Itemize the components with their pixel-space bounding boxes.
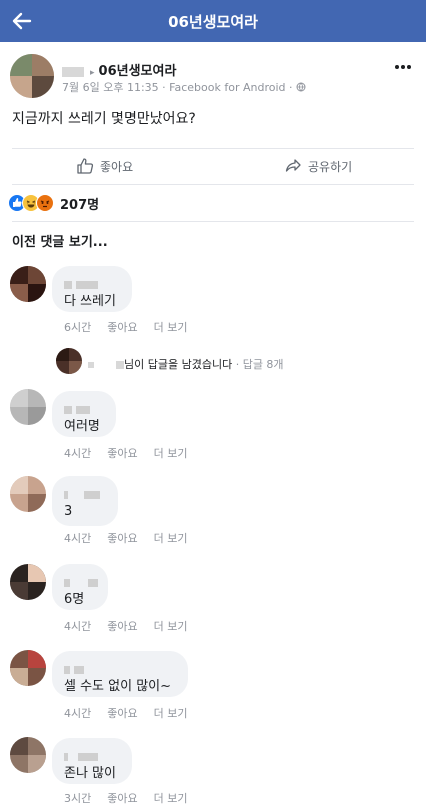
comment-meta: 3시간 좋아요 더 보기 — [64, 790, 203, 806]
thumbs-up-icon — [77, 158, 94, 174]
comment-bubble[interactable]: 셀 수도 없이 많이~ — [52, 651, 188, 697]
comment-like-link[interactable]: 좋아요 — [107, 620, 137, 633]
comment-like-link[interactable]: 좋아요 — [107, 447, 137, 460]
comment-more-link[interactable]: 더 보기 — [154, 532, 188, 545]
comment-meta: 4시간 좋아요 더 보기 — [64, 618, 203, 634]
comment-meta: 4시간 좋아요 더 보기 — [64, 705, 203, 721]
divider — [12, 184, 414, 185]
reply-summary-text: 님이 답글을 남겼습니다 — [124, 358, 233, 371]
like-label: 좋아요 — [100, 159, 134, 174]
comment-bubble[interactable]: 6명 — [52, 564, 108, 610]
globe-icon — [296, 82, 306, 92]
post-text: 지금까지 쓰레기 몇명만났어요? — [12, 111, 196, 127]
comment-like-link[interactable]: 좋아요 — [107, 707, 137, 720]
comment-time: 6시간 — [64, 321, 92, 334]
commenter-avatar[interactable] — [10, 737, 46, 773]
comment-text: 6명 — [64, 592, 85, 607]
comment-time: 4시간 — [64, 532, 92, 545]
share-button[interactable]: 공유하기 — [284, 154, 352, 178]
comment-meta: 4시간 좋아요 더 보기 — [64, 530, 203, 546]
reply-summary[interactable]: 님이 답글을 남겼습니다 · 답글 8개 — [88, 356, 284, 372]
comment-time: 4시간 — [64, 707, 92, 720]
comment-bubble[interactable]: 여러명 — [52, 391, 116, 437]
comment-more-link[interactable]: 더 보기 — [154, 447, 188, 460]
post-author[interactable]: ▸ 06년생모여라 — [62, 60, 176, 79]
commenter-avatar[interactable] — [10, 650, 46, 686]
blurred-name — [62, 66, 84, 77]
comment-meta: 4시간 좋아요 더 보기 — [64, 445, 203, 461]
comment-like-link[interactable]: 좋아요 — [107, 321, 137, 334]
comment-bubble[interactable]: 다 쓰레기 — [52, 266, 132, 312]
comment-text: 여러명 — [64, 419, 100, 434]
share-icon — [285, 159, 301, 172]
replier-avatar[interactable] — [56, 348, 82, 374]
comment-more-link[interactable]: 더 보기 — [154, 707, 188, 720]
comment-time: 3시간 — [64, 792, 92, 805]
previous-comments-link[interactable]: 이전 댓글 보기... — [12, 231, 108, 250]
page-title: 06년생모여라 — [168, 13, 258, 31]
group-name[interactable]: 06년생모여라 — [99, 64, 177, 79]
post-via: Facebook for Android — [169, 81, 286, 94]
comment-time: 4시간 — [64, 447, 92, 460]
comment-more-link[interactable]: 더 보기 — [154, 321, 188, 334]
comment-like-link[interactable]: 좋아요 — [107, 532, 137, 545]
comment-meta: 6시간 좋아요 더 보기 — [64, 319, 203, 335]
blurred-name — [88, 362, 94, 368]
reply-count: · 답글 8개 — [235, 358, 284, 371]
commenter-avatar[interactable] — [10, 476, 46, 512]
divider — [12, 221, 414, 222]
comment-time: 4시간 — [64, 620, 92, 633]
like-button[interactable]: 좋아요 — [76, 154, 133, 178]
post-date[interactable]: 7월 6일 오후 11:35 — [62, 81, 159, 94]
more-options-icon[interactable] — [394, 64, 412, 70]
app-bar: 06년생모여라 — [0, 0, 426, 42]
post-meta: 7월 6일 오후 11:35 · Facebook for Android · — [62, 79, 306, 95]
angry-reaction-icon — [36, 194, 54, 212]
post-header: ▸ 06년생모여라 7월 6일 오후 11:35 · Facebook for A… — [0, 42, 426, 102]
commenter-name-blurred — [64, 484, 104, 503]
reaction-count: 207명 — [60, 197, 100, 213]
reactions-summary[interactable]: 207명 — [8, 192, 99, 214]
comment-bubble[interactable]: 존나 많이 — [52, 738, 132, 784]
comment-text: 존나 많이 — [64, 766, 116, 781]
comment-bubble[interactable]: 3 — [52, 476, 118, 526]
commenter-avatar[interactable] — [10, 564, 46, 600]
commenter-avatar[interactable] — [10, 389, 46, 425]
comment-text: 3 — [64, 504, 73, 519]
blurred-name — [116, 361, 124, 369]
comment-more-link[interactable]: 더 보기 — [154, 792, 188, 805]
comment-like-link[interactable]: 좋아요 — [107, 792, 137, 805]
share-label: 공유하기 — [308, 159, 353, 174]
comment-text: 다 쓰레기 — [64, 294, 116, 309]
comment-text: 셀 수도 없이 많이~ — [64, 679, 172, 694]
comment-more-link[interactable]: 더 보기 — [154, 620, 188, 633]
post-actions: 좋아요 공유하기 — [0, 148, 426, 184]
group-avatar[interactable] — [10, 54, 54, 98]
commenter-avatar[interactable] — [10, 266, 46, 302]
